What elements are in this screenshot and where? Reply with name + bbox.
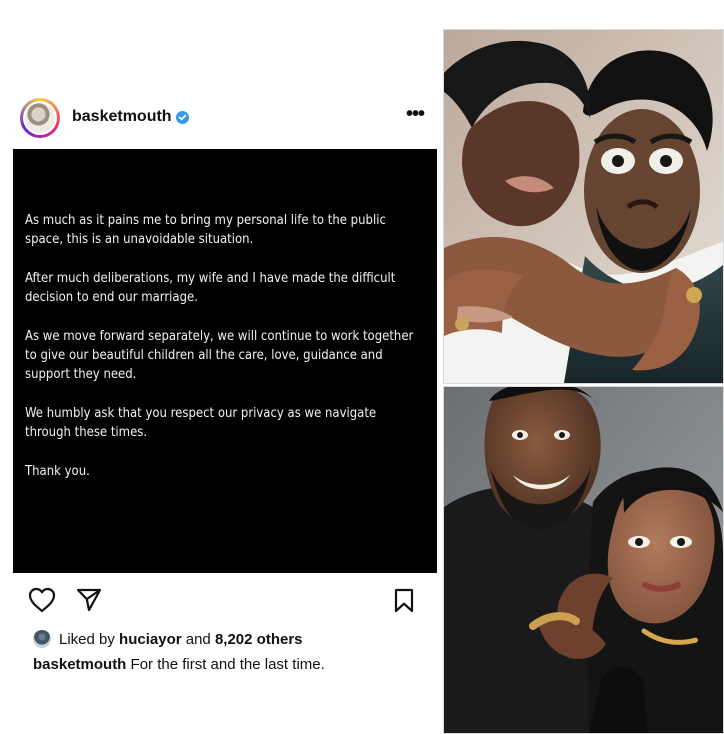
message-paragraph-1: As much as it pains me to bring my perso… — [25, 213, 386, 247]
message-paragraph-5: Thank you. — [25, 464, 90, 479]
message-paragraph-4: We humbly ask that you respect our priva… — [25, 406, 377, 440]
likes-count[interactable]: 8,202 others — [215, 631, 303, 648]
send-icon[interactable] — [76, 587, 102, 613]
likes-summary[interactable]: Liked by huciayor and 8,202 others — [33, 629, 303, 649]
message-paragraph-3: As we move forward separately, we will c… — [25, 329, 414, 382]
profile-avatar[interactable] — [20, 98, 60, 138]
post-header: basketmouth ••• — [18, 96, 436, 142]
likes-connector: and — [185, 630, 211, 648]
post-actions — [28, 584, 418, 616]
couple-photo-top — [443, 29, 724, 384]
likes-prefix: Liked by — [59, 630, 115, 648]
couple-photo-bottom — [443, 386, 724, 734]
liker-avatar — [33, 630, 51, 648]
caption-username[interactable]: basketmouth — [33, 656, 126, 673]
caption-text: For the first and the last time. — [130, 656, 325, 673]
post-image[interactable]: As much as it pains me to bring my perso… — [13, 149, 437, 573]
post-caption: basketmouth For the first and the last t… — [33, 656, 325, 673]
instagram-post: basketmouth ••• As much as it pains me t… — [0, 0, 440, 732]
avatar-image — [25, 103, 55, 133]
bookmark-icon[interactable] — [393, 588, 415, 614]
verified-badge-icon — [176, 111, 189, 124]
post-username[interactable]: basketmouth — [72, 108, 172, 126]
message-paragraph-2: After much deliberations, my wife and I … — [25, 271, 396, 305]
liker-username[interactable]: huciayor — [119, 631, 182, 648]
post-message: As much as it pains me to bring my perso… — [25, 211, 417, 481]
more-options-icon[interactable]: ••• — [406, 103, 425, 126]
heart-icon[interactable] — [28, 587, 56, 613]
